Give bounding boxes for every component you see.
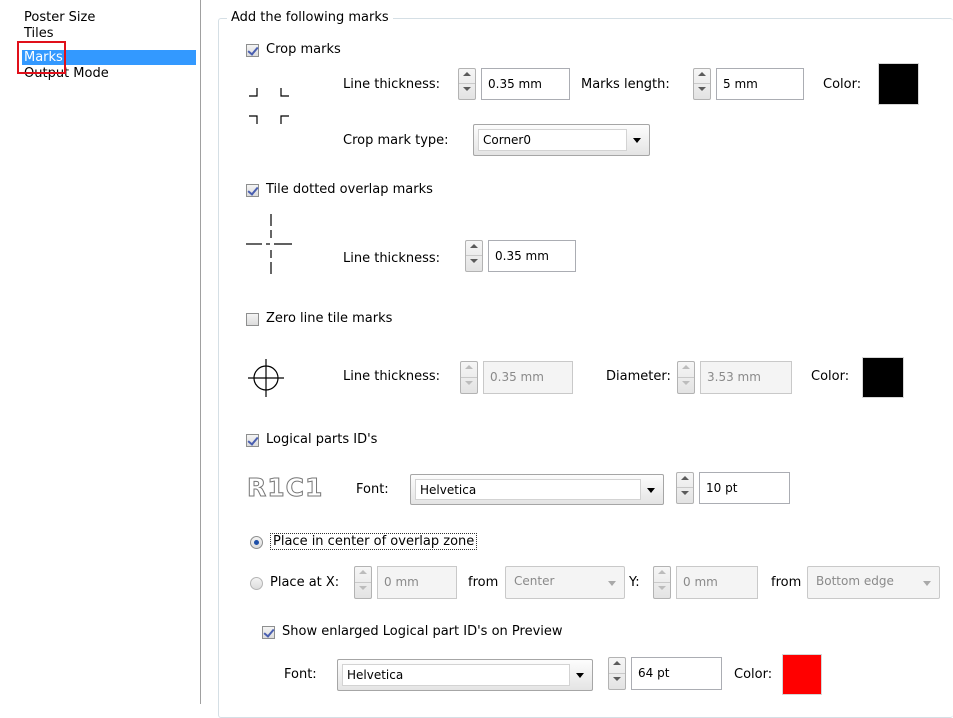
logical-font-value: Helvetica [415, 479, 641, 500]
zero-color-swatch[interactable] [862, 357, 904, 398]
spin-up-icon[interactable] [609, 658, 625, 674]
crop-line-thickness-spinner[interactable] [458, 68, 476, 100]
x-from-label: from [468, 575, 499, 590]
enlarged-color-swatch[interactable] [782, 654, 822, 695]
crop-color-swatch[interactable] [878, 63, 919, 105]
crop-mark-type-label: Crop mark type: [343, 133, 449, 148]
crop-marks-label: Crop marks [266, 42, 341, 57]
marks-length-label: Marks length: [581, 77, 670, 92]
logical-parts-checkbox[interactable] [246, 434, 259, 447]
spin-down-icon[interactable] [677, 488, 693, 503]
spin-up-icon[interactable] [694, 69, 710, 84]
marks-length-field[interactable]: 5 mm [716, 68, 804, 100]
spin-down-icon[interactable] [355, 583, 371, 599]
spin-down-icon[interactable] [609, 674, 625, 690]
settings-nav-list: Poster Size Tiles Marks Output Mode [0, 0, 201, 704]
crosshair-circle-icon [248, 359, 284, 397]
enlarged-font-value: Helvetica [342, 664, 570, 686]
chevron-down-icon [647, 487, 655, 493]
crop-marks-icon [249, 88, 289, 124]
show-enlarged-label: Show enlarged Logical part ID's on Previ… [282, 624, 563, 639]
crop-mark-type-dropdown[interactable]: Corner0 [473, 124, 650, 156]
spin-down-icon[interactable] [678, 378, 694, 394]
nav-item-tiles[interactable]: Tiles [22, 26, 196, 41]
spin-down-icon[interactable] [466, 256, 482, 271]
diameter-field[interactable]: 3.53 mm [700, 361, 792, 394]
dotted-overlap-checkbox[interactable] [246, 184, 259, 197]
chevron-down-icon [923, 580, 931, 586]
enlarged-size-field[interactable]: 64 pt [631, 657, 722, 690]
spin-up-icon[interactable] [461, 362, 477, 378]
spin-down-icon[interactable] [459, 84, 475, 99]
x-from-dropdown[interactable]: Center [505, 566, 625, 599]
y-spinner[interactable] [653, 566, 671, 599]
enlarged-color-label: Color: [734, 667, 773, 682]
spin-down-icon[interactable] [461, 378, 477, 394]
spin-up-icon[interactable] [678, 362, 694, 378]
nav-item-poster-size[interactable]: Poster Size [22, 10, 196, 25]
zero-color-label: Color: [811, 369, 850, 384]
zero-line-marks-checkbox[interactable] [246, 313, 259, 326]
logical-id-sample: R1C1 [246, 473, 324, 503]
x-from-value: Center [510, 569, 602, 594]
logical-size-field[interactable]: 10 pt [699, 472, 790, 504]
y-from-dropdown[interactable]: Bottom edge [807, 566, 940, 599]
crop-marks-checkbox[interactable] [246, 44, 259, 57]
dotted-line-thickness-field[interactable]: 0.35 mm [488, 240, 576, 272]
show-enlarged-checkbox[interactable] [262, 626, 275, 639]
logical-size-spinner[interactable] [676, 472, 694, 504]
spin-up-icon[interactable] [355, 567, 371, 583]
chevron-down-icon [576, 673, 584, 678]
dotted-overlap-marks-icon [246, 214, 292, 274]
dotted-overlap-label: Tile dotted overlap marks [266, 182, 433, 197]
chevron-down-icon [633, 138, 641, 143]
y-label: Y: [629, 575, 640, 590]
y-from-label: from [771, 575, 802, 590]
enlarged-font-label: Font: [284, 667, 317, 682]
diameter-spinner[interactable] [677, 361, 695, 394]
crop-color-label: Color: [823, 77, 862, 92]
logical-font-dropdown[interactable]: Helvetica [410, 474, 664, 505]
logical-font-label: Font: [356, 482, 389, 497]
spin-up-icon[interactable] [677, 473, 693, 488]
spin-down-icon[interactable] [694, 84, 710, 99]
dotted-line-thickness-spinner[interactable] [465, 240, 483, 272]
marks-group-box [218, 18, 953, 718]
y-from-value: Bottom edge [812, 569, 917, 594]
crop-line-thickness-field[interactable]: 0.35 mm [481, 68, 570, 100]
spin-up-icon[interactable] [466, 241, 482, 256]
crop-line-thickness-label: Line thickness: [343, 77, 441, 92]
spin-up-icon[interactable] [459, 69, 475, 84]
group-title: Add the following marks [227, 10, 393, 25]
dotted-line-thickness-label: Line thickness: [343, 251, 441, 266]
zero-line-marks-label: Zero line tile marks [266, 311, 393, 326]
crop-mark-type-value: Corner0 [478, 129, 627, 151]
place-center-radio[interactable] [250, 536, 263, 549]
logical-parts-label: Logical parts ID's [266, 432, 378, 447]
zero-line-thickness-spinner[interactable] [460, 361, 478, 394]
enlarged-size-spinner[interactable] [608, 657, 626, 690]
y-field[interactable]: 0 mm [676, 566, 758, 599]
selection-highlight-box [17, 41, 66, 74]
place-at-x-label: Place at X: [270, 575, 340, 590]
zero-line-thickness-field[interactable]: 0.35 mm [483, 361, 573, 394]
spin-up-icon[interactable] [654, 567, 670, 583]
zero-line-thickness-label: Line thickness: [343, 369, 441, 384]
chevron-down-icon [608, 580, 616, 586]
x-field[interactable]: 0 mm [377, 566, 457, 599]
marks-length-spinner[interactable] [693, 68, 711, 100]
diameter-label: Diameter: [606, 369, 671, 384]
x-spinner[interactable] [354, 566, 372, 599]
place-at-radio[interactable] [250, 577, 263, 590]
enlarged-font-dropdown[interactable]: Helvetica [337, 659, 593, 691]
spin-down-icon[interactable] [654, 583, 670, 599]
place-center-label: Place in center of overlap zone [270, 533, 478, 550]
